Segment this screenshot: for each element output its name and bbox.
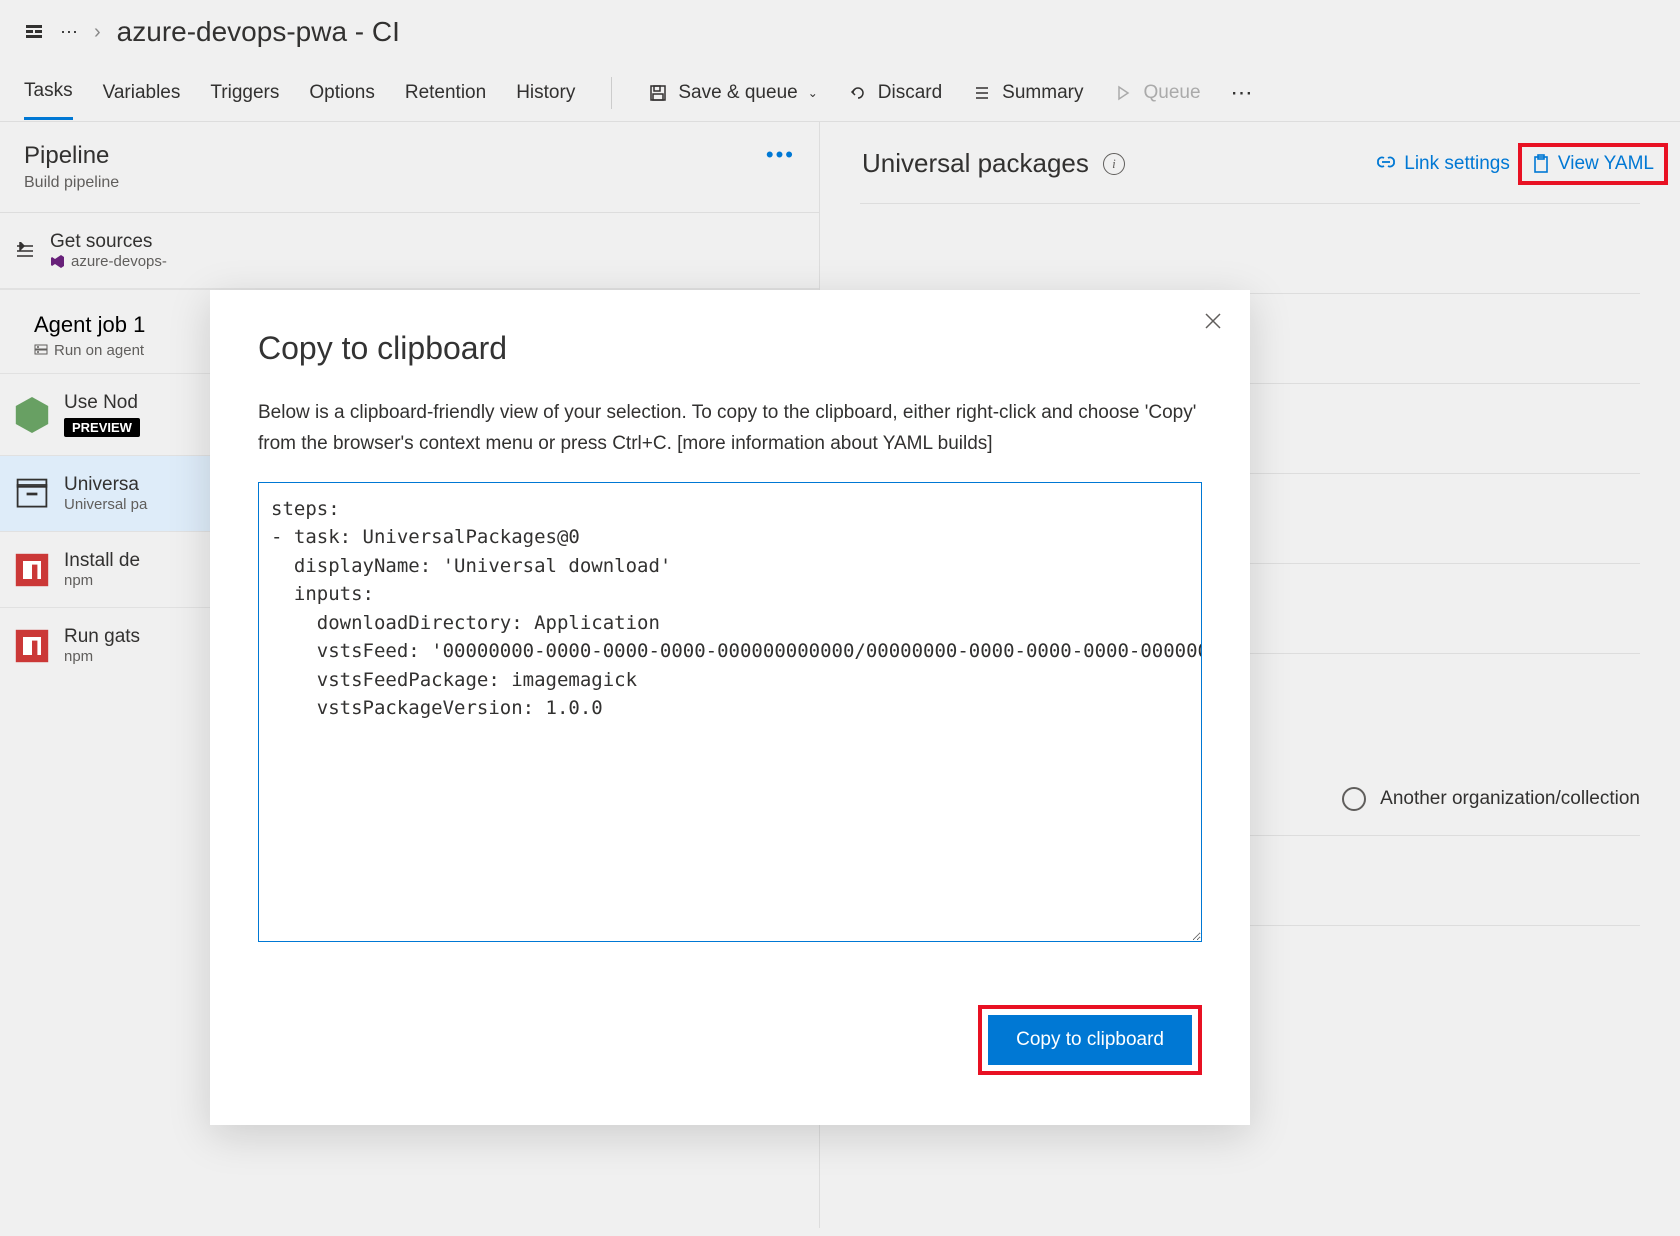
- task-title: Use Nod: [64, 392, 140, 414]
- preview-badge: PREVIEW: [64, 418, 140, 437]
- repo-icon: [50, 254, 65, 269]
- task-subtitle: npm: [64, 572, 140, 589]
- tab-tasks[interactable]: Tasks: [24, 65, 73, 120]
- npm-icon: [14, 628, 50, 664]
- task-title: Install de: [64, 550, 140, 572]
- view-yaml-button[interactable]: View YAML: [1532, 153, 1654, 175]
- save-queue-label: Save & queue: [678, 82, 797, 104]
- pipeline-title: Pipeline: [24, 142, 119, 170]
- tab-bar: Tasks Variables Triggers Options Retenti…: [0, 64, 1680, 122]
- task-subtitle: npm: [64, 648, 140, 665]
- more-button[interactable]: ⋯: [1231, 80, 1253, 106]
- radio-icon: [1342, 787, 1366, 811]
- copy-to-clipboard-dialog: Copy to clipboard Below is a clipboard-f…: [210, 290, 1250, 1125]
- play-icon: [1113, 83, 1133, 103]
- close-button[interactable]: [1204, 312, 1222, 330]
- tab-history[interactable]: History: [516, 67, 575, 119]
- breadcrumb-ellipsis[interactable]: ⋯: [60, 22, 78, 43]
- pipeline-icon: [24, 22, 44, 42]
- get-sources-title: Get sources: [50, 231, 167, 253]
- info-icon[interactable]: i: [1103, 153, 1125, 175]
- list-icon: [972, 83, 992, 103]
- page-title: azure-devops-pwa - CI: [117, 16, 400, 48]
- link-settings-label: Link settings: [1404, 153, 1510, 175]
- summary-label: Summary: [1002, 82, 1083, 104]
- node-icon: [14, 397, 50, 433]
- summary-button[interactable]: Summary: [972, 82, 1083, 104]
- dialog-title: Copy to clipboard: [258, 330, 1202, 367]
- tab-options[interactable]: Options: [309, 67, 374, 119]
- divider: [611, 77, 612, 109]
- dialog-description: Below is a clipboard-friendly view of yo…: [258, 397, 1202, 460]
- chevron-down-icon: ⌄: [808, 86, 818, 100]
- undo-icon: [848, 83, 868, 103]
- tab-triggers[interactable]: Triggers: [210, 67, 279, 119]
- clipboard-icon: [1532, 154, 1550, 174]
- copy-to-clipboard-button[interactable]: Copy to clipboard: [988, 1015, 1192, 1065]
- sources-icon: [14, 242, 36, 260]
- task-detail-title: Universal packages: [862, 148, 1089, 179]
- npm-icon: [14, 552, 50, 588]
- yaml-textarea[interactable]: [258, 482, 1202, 942]
- tab-retention[interactable]: Retention: [405, 67, 486, 119]
- breadcrumb-bar: ⋯ › azure-devops-pwa - CI: [0, 0, 1680, 64]
- tab-variables[interactable]: Variables: [103, 67, 181, 119]
- chevron-right-icon: ›: [94, 21, 101, 44]
- link-icon: [1376, 154, 1396, 174]
- queue-button[interactable]: Queue: [1113, 82, 1200, 104]
- form-row: [860, 203, 1640, 293]
- view-yaml-label: View YAML: [1558, 153, 1654, 175]
- radio-label: Another organization/collection: [1380, 788, 1640, 810]
- link-settings-button[interactable]: Link settings: [1376, 153, 1510, 175]
- queue-label: Queue: [1143, 82, 1200, 104]
- task-subtitle: Universal pa: [64, 496, 147, 513]
- save-queue-button[interactable]: Save & queue ⌄: [648, 82, 817, 104]
- server-icon: [34, 344, 48, 358]
- discard-label: Discard: [878, 82, 942, 104]
- pipeline-subtitle: Build pipeline: [24, 174, 119, 192]
- get-sources-item[interactable]: Get sources azure-devops-: [0, 213, 819, 289]
- discard-button[interactable]: Discard: [848, 82, 942, 104]
- task-title: Run gats: [64, 626, 140, 648]
- package-icon: [14, 476, 50, 512]
- repo-name: azure-devops-: [71, 253, 167, 270]
- agent-subtitle: Run on agent: [54, 342, 144, 359]
- pipeline-more-button[interactable]: •••: [766, 142, 795, 168]
- save-icon: [648, 83, 668, 103]
- task-title: Universa: [64, 474, 147, 496]
